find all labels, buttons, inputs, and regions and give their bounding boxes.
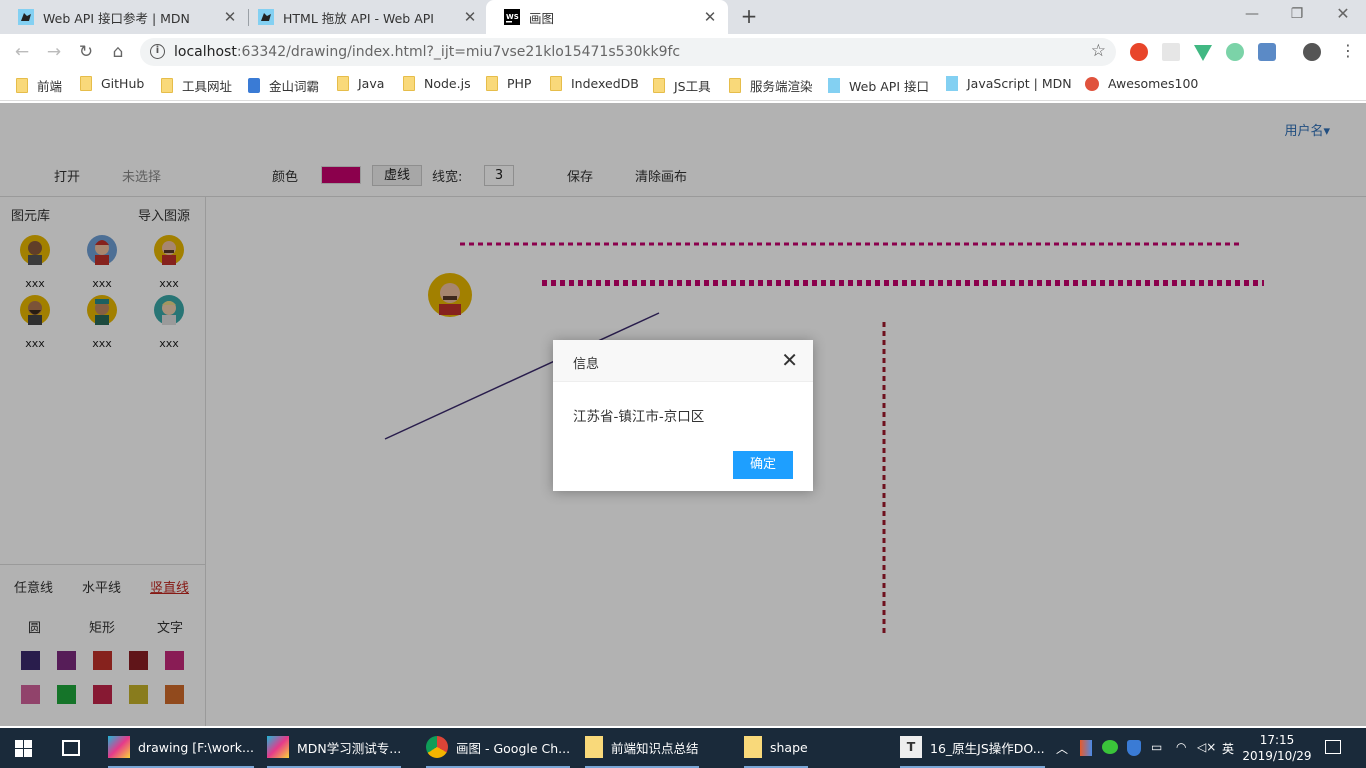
chrome-icon xyxy=(426,736,448,758)
tab-title: HTML 拖放 API - Web API 接口 xyxy=(283,10,433,26)
home-button[interactable]: ⌂ xyxy=(108,42,128,62)
info-icon[interactable]: i xyxy=(150,44,165,59)
bookmark-item[interactable]: IndexedDB xyxy=(550,76,639,91)
windows-taskbar: drawing [F:\work... MDN学习测试专... 画图 - Goo… xyxy=(0,728,1366,768)
minimize-button[interactable]: — xyxy=(1242,6,1262,22)
close-icon[interactable]: ✕ xyxy=(462,8,478,26)
ok-button[interactable]: 确定 xyxy=(733,451,793,479)
bookmark-item[interactable]: GitHub xyxy=(80,76,144,91)
typora-icon: T xyxy=(900,736,922,758)
tray-app-icon[interactable] xyxy=(1080,740,1092,756)
bookmark-item[interactable]: Node.js xyxy=(403,76,471,91)
close-icon[interactable]: ✕ xyxy=(781,350,798,370)
address-bar[interactable]: i localhost:63342/drawing/index.html?_ij… xyxy=(140,38,1116,66)
dialog-header: 信息 ✕ xyxy=(553,340,813,382)
folder-icon xyxy=(161,78,173,93)
profile-icon[interactable] xyxy=(1303,43,1321,61)
restore-button[interactable]: ❐ xyxy=(1287,6,1307,22)
url-text: localhost:63342/drawing/index.html?_ijt=… xyxy=(174,44,681,60)
webstorm-icon: WS xyxy=(504,9,520,25)
taskbar-item[interactable]: T 16_原生JS操作DO... xyxy=(900,728,1045,768)
bookmark-item[interactable]: 服务端渲染 xyxy=(729,76,813,95)
taskbar-item[interactable]: MDN学习测试专... xyxy=(267,728,402,768)
task-view-icon[interactable] xyxy=(62,740,80,756)
taskbar-item[interactable]: shape xyxy=(744,728,808,768)
bookmark-item[interactable]: PHP xyxy=(486,76,531,91)
folder-icon xyxy=(653,78,665,93)
taskbar-item[interactable]: 前端知识点总结 xyxy=(585,728,699,768)
bookmark-item[interactable]: JavaScript | MDN xyxy=(946,76,1072,91)
folder-icon xyxy=(337,76,349,91)
browser-tab-strip: Web API 接口参考 | MDN ✕ HTML 拖放 API - Web A… xyxy=(0,0,1366,34)
person-icon xyxy=(248,78,260,93)
tab-drawing[interactable]: WS 画图 ✕ xyxy=(486,0,728,34)
folder-icon xyxy=(550,76,562,91)
bookmark-item[interactable]: Java xyxy=(337,76,384,91)
close-icon[interactable]: ✕ xyxy=(222,8,238,26)
volume-icon[interactable]: ◁× xyxy=(1197,740,1216,754)
dialog-title: 信息 xyxy=(573,357,600,372)
extension-icon[interactable] xyxy=(1258,43,1276,61)
folder-icon xyxy=(80,76,92,91)
bookmark-item[interactable]: 工具网址 xyxy=(161,76,232,95)
windows-start-icon[interactable] xyxy=(15,740,32,757)
mdn-dino-icon xyxy=(258,9,274,25)
mdn-dino-icon xyxy=(828,78,840,93)
mdn-dino-icon xyxy=(18,9,34,25)
dialog-message: 江苏省-镇江市-京口区 xyxy=(573,409,705,425)
close-icon[interactable]: ✕ xyxy=(702,8,718,26)
wifi-icon[interactable]: ◠ xyxy=(1176,740,1186,754)
tab-title: 画图 xyxy=(529,10,555,26)
folder-icon xyxy=(744,736,762,758)
bookmark-item[interactable]: Web API 接口 xyxy=(828,76,929,95)
vue-devtools-icon[interactable] xyxy=(1194,45,1212,61)
wechat-icon[interactable] xyxy=(1102,740,1118,754)
webstorm-icon xyxy=(267,736,289,758)
folder-icon xyxy=(403,76,415,91)
battery-icon[interactable]: ▭ xyxy=(1151,740,1162,754)
notification-icon[interactable] xyxy=(1325,740,1341,754)
reload-button[interactable]: ↻ xyxy=(76,42,96,62)
bookmark-item[interactable]: 前端 xyxy=(16,76,62,95)
clock[interactable]: 17:15 2019/10/29 xyxy=(1240,732,1314,764)
bookmark-star-icon[interactable]: ☆ xyxy=(1091,41,1106,61)
info-dialog: 信息 ✕ 江苏省-镇江市-京口区 确定 xyxy=(553,340,813,491)
bookmark-item[interactable]: JS工具 xyxy=(653,76,711,95)
back-button[interactable]: ← xyxy=(12,42,32,62)
mdn-dino-icon xyxy=(946,76,958,91)
menu-icon[interactable]: ⋮ xyxy=(1339,43,1357,61)
new-tab-button[interactable]: + xyxy=(737,4,761,28)
tab-title: Web API 接口参考 | MDN xyxy=(43,10,190,26)
webstorm-icon xyxy=(108,736,130,758)
bookmark-item[interactable]: 金山词霸 xyxy=(248,76,319,95)
ime-indicator[interactable]: 英 xyxy=(1222,740,1234,757)
extension-icon[interactable] xyxy=(1162,43,1180,61)
tab-html-dnd[interactable]: HTML 拖放 API - Web API 接口 ✕ xyxy=(240,0,488,34)
taskbar-item[interactable]: drawing [F:\work... xyxy=(108,728,254,768)
awesomes-icon xyxy=(1085,76,1099,91)
folder-icon xyxy=(486,76,498,91)
folder-icon xyxy=(16,78,28,93)
extension-icon[interactable] xyxy=(1130,43,1148,61)
extension-icon[interactable] xyxy=(1226,43,1244,61)
folder-icon xyxy=(729,78,741,93)
tray-expand-icon[interactable]: ︿ xyxy=(1056,740,1068,757)
tab-web-api[interactable]: Web API 接口参考 | MDN ✕ xyxy=(0,0,248,34)
taskbar-item[interactable]: 画图 - Google Ch... xyxy=(426,728,571,768)
svg-text:WS: WS xyxy=(506,13,519,21)
folder-icon xyxy=(585,736,603,758)
forward-button[interactable]: → xyxy=(44,42,64,62)
close-window-button[interactable]: ✕ xyxy=(1333,4,1353,23)
shield-icon[interactable] xyxy=(1127,740,1141,756)
bookmarks-bar: 前端 GitHub 工具网址 金山词霸 Java Node.js PHP Ind… xyxy=(0,70,1366,101)
bookmark-item[interactable]: Awesomes100 xyxy=(1085,76,1198,91)
